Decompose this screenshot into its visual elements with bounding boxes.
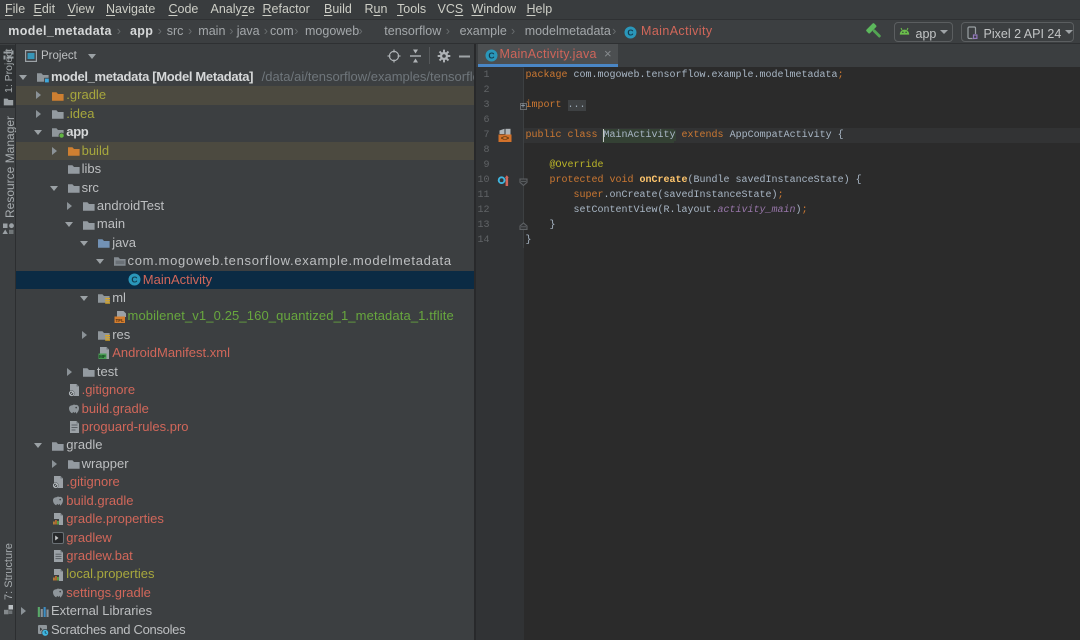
svg-text:C: C	[627, 28, 633, 38]
svg-text:<>: <>	[500, 135, 508, 142]
svg-text:MF: MF	[99, 354, 106, 359]
svg-text:TFL: TFL	[115, 317, 124, 322]
svg-text:C: C	[131, 274, 137, 284]
